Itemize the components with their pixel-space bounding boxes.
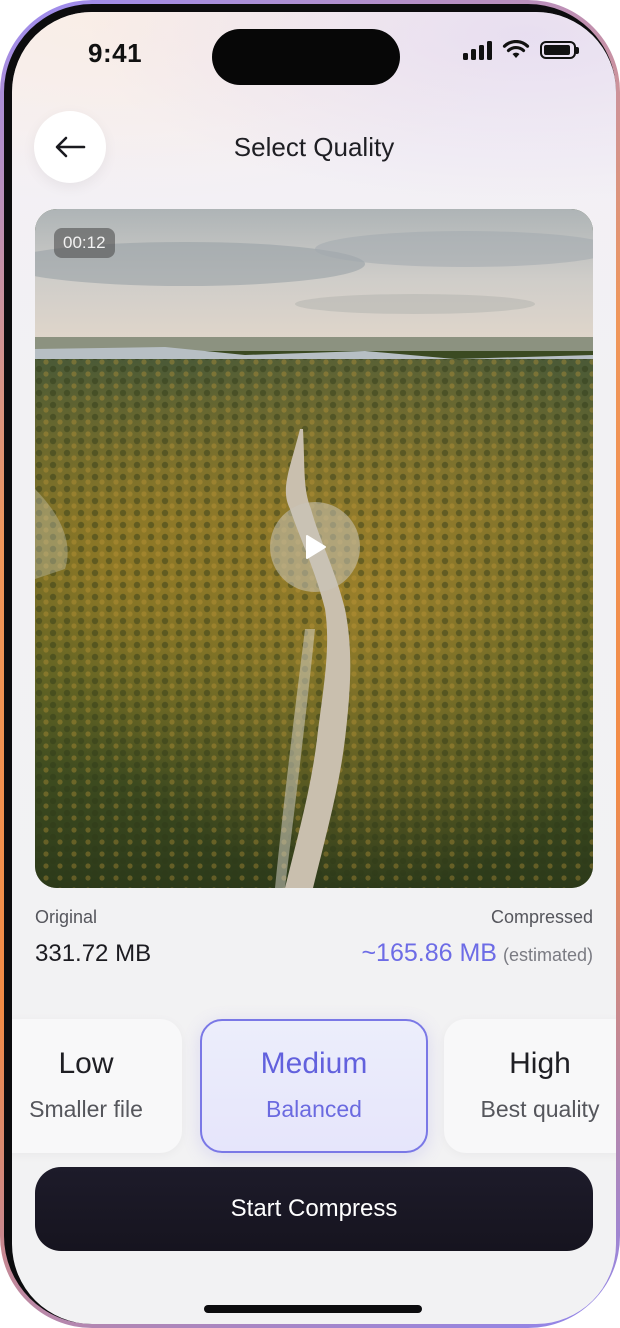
- quality-description: Smaller file: [29, 1096, 143, 1122]
- video-duration: 00:12: [54, 228, 115, 258]
- status-icons: [463, 40, 579, 60]
- play-button[interactable]: [270, 502, 360, 592]
- home-indicator: [204, 1305, 422, 1313]
- start-compress-button[interactable]: Start Compress: [35, 1167, 593, 1251]
- dynamic-island: [212, 29, 400, 85]
- play-icon: [306, 535, 326, 559]
- quality-name: High: [509, 1047, 571, 1080]
- compressed-size: ~165.86 MB: [361, 939, 497, 967]
- compressed-estimate-note: (estimated): [502, 945, 593, 965]
- quality-name: Medium: [260, 1047, 368, 1080]
- device-frame: 9:41 Select Quality 00:12 Original 331.7…: [0, 0, 620, 1328]
- original-size: 331.72 MB: [35, 940, 152, 967]
- compressed-size-row: ~165.86 MB (estimated): [361, 939, 593, 968]
- quality-option-high[interactable]: High Best quality: [444, 1019, 616, 1153]
- wifi-icon: [502, 40, 530, 58]
- signal-icon: [463, 40, 492, 60]
- compressed-label: Compressed: [490, 907, 593, 927]
- video-preview[interactable]: 00:12: [35, 209, 593, 888]
- quality-name: Low: [58, 1047, 114, 1080]
- quality-option-medium[interactable]: Medium Balanced: [200, 1019, 428, 1153]
- device-bezel: 9:41 Select Quality 00:12 Original 331.7…: [4, 4, 616, 1324]
- original-label: Original: [35, 907, 98, 927]
- quality-option-low[interactable]: Low Smaller file: [12, 1019, 182, 1153]
- status-time: 9:41: [88, 38, 143, 68]
- battery-icon: [540, 41, 579, 59]
- quality-description: Balanced: [266, 1096, 362, 1122]
- screen: 9:41 Select Quality 00:12 Original 331.7…: [12, 12, 616, 1324]
- quality-options: Low Smaller file Medium Balanced High Be…: [12, 1019, 616, 1153]
- quality-description: Best quality: [480, 1096, 600, 1122]
- page-title: Select Quality: [233, 132, 395, 162]
